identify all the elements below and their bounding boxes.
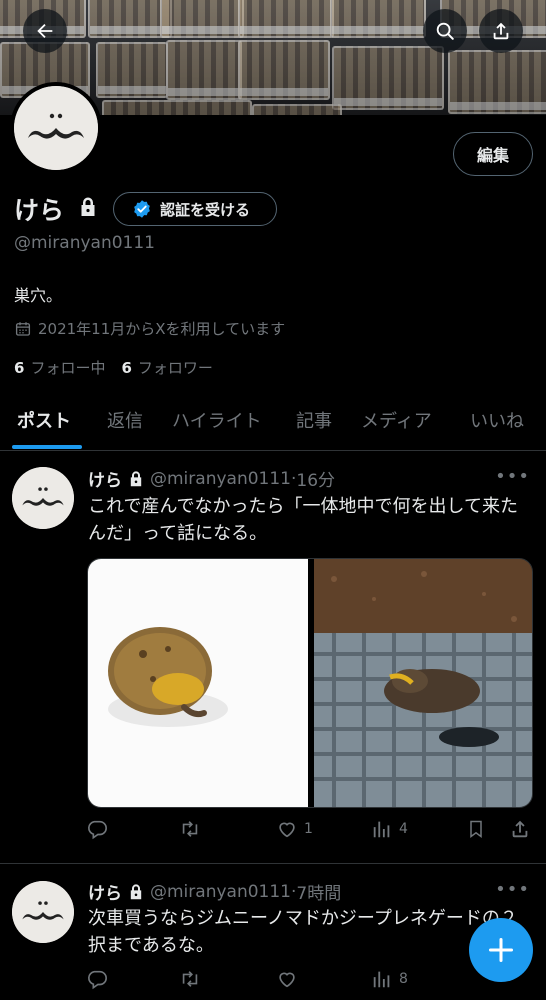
- joined-text: 2021年11月からXを利用しています: [38, 320, 286, 338]
- bookmark-icon: [470, 820, 482, 838]
- like-button[interactable]: [276, 968, 304, 990]
- frog-image: [314, 559, 532, 807]
- post-avatar[interactable]: [12, 881, 74, 943]
- post-actions: 1 4: [86, 818, 534, 848]
- active-tab-indicator: [12, 445, 82, 449]
- repost-icon: [182, 821, 198, 837]
- search-icon: [436, 22, 454, 40]
- reply-icon: [88, 820, 107, 840]
- tab-media[interactable]: メディア: [361, 407, 432, 433]
- avatar-face-icon: [12, 881, 74, 943]
- more-options-icon[interactable]: •••: [495, 466, 530, 487]
- views-button[interactable]: 8: [371, 968, 408, 990]
- tab-replies[interactable]: 返信: [107, 407, 143, 433]
- post-timestamp[interactable]: 16分: [296, 466, 335, 491]
- repost-button[interactable]: [178, 818, 208, 840]
- following-count: 6: [14, 359, 25, 377]
- profile-avatar[interactable]: [10, 82, 102, 174]
- analytics-icon: [373, 971, 390, 988]
- followers-link[interactable]: 6 フォロワー: [121, 357, 212, 378]
- post-divider: [0, 863, 546, 864]
- post-author-name[interactable]: けら: [88, 466, 122, 491]
- lock-icon: [81, 197, 95, 216]
- post-text: 次車買うならジムニーノマドかジープレネゲードの２択まであるな。: [88, 908, 518, 956]
- reply-button[interactable]: [86, 818, 114, 840]
- back-button[interactable]: [23, 9, 67, 53]
- profile-joined-date: 2021年11月からXを利用しています: [14, 318, 285, 339]
- heart-icon: [279, 972, 295, 988]
- post-timestamp[interactable]: 7時間: [296, 879, 341, 904]
- get-verified-button[interactable]: 認証を受ける: [113, 192, 277, 226]
- lock-icon: [130, 883, 142, 899]
- follow-stats: 6 フォロー中 6 フォロワー: [14, 357, 213, 378]
- post-header: けら @miranyan0111 · 7時間: [88, 879, 341, 905]
- arrow-left-icon: [37, 23, 53, 39]
- post-avatar[interactable]: [12, 467, 74, 529]
- edit-profile-button[interactable]: 編集: [453, 132, 533, 176]
- frog-photo-grate[interactable]: [314, 559, 532, 807]
- repost-icon: [182, 971, 198, 987]
- search-button[interactable]: [423, 9, 467, 53]
- share-profile-button[interactable]: [479, 9, 523, 53]
- get-verified-label: 認証を受ける: [160, 200, 251, 219]
- profile-handle: @miranyan0111: [14, 233, 155, 253]
- profile-bio: 巣穴。: [14, 286, 63, 305]
- repost-button[interactable]: [178, 968, 208, 990]
- compose-post-button[interactable]: [469, 918, 533, 982]
- views-count: 4: [399, 821, 408, 837]
- frog-image: [108, 627, 228, 727]
- views-count: 8: [399, 971, 408, 987]
- followers-count: 6: [121, 359, 132, 377]
- following-link[interactable]: 6 フォロー中: [14, 357, 105, 378]
- followers-label: フォロワー: [137, 359, 213, 377]
- share-icon: [512, 820, 528, 838]
- share-icon: [493, 22, 509, 40]
- tab-posts[interactable]: ポスト: [17, 407, 71, 433]
- share-post-button[interactable]: [509, 818, 531, 840]
- post-actions: 8: [86, 968, 534, 998]
- calendar-icon: [15, 321, 31, 336]
- profile-name: けら: [14, 196, 65, 225]
- avatar-face-icon: [14, 86, 98, 170]
- more-options-icon[interactable]: •••: [495, 879, 530, 900]
- like-count: 1: [304, 821, 313, 837]
- post-author-handle[interactable]: @miranyan0111: [150, 882, 291, 902]
- post-author-handle[interactable]: @miranyan0111: [150, 469, 291, 489]
- heart-icon: [279, 822, 295, 838]
- post-header: けら @miranyan0111 · 16分: [88, 466, 335, 492]
- following-label: フォロー中: [30, 359, 106, 377]
- plus-icon: [488, 937, 514, 963]
- tab-highlights[interactable]: ハイライト: [172, 407, 262, 433]
- views-button[interactable]: 4: [371, 818, 408, 840]
- like-button[interactable]: 1: [276, 818, 313, 840]
- post-author-name[interactable]: けら: [88, 879, 122, 904]
- bookmark-button[interactable]: [466, 818, 486, 840]
- avatar-face-icon: [12, 467, 74, 529]
- lock-icon: [130, 470, 142, 486]
- tab-articles[interactable]: 記事: [296, 407, 332, 433]
- post-media[interactable]: [87, 558, 533, 808]
- tab-likes[interactable]: いいね: [470, 407, 524, 433]
- frog-photo-white-bg[interactable]: [88, 559, 308, 807]
- reply-icon: [88, 970, 107, 990]
- profile-tabs: ポスト 返信 ハイライト 記事 メディア いいね: [0, 397, 546, 451]
- analytics-icon: [373, 821, 390, 838]
- reply-button[interactable]: [86, 968, 114, 990]
- post-text: これで産んでなかったら「一体地中で何を出して来たんだ」って話になる。: [88, 496, 519, 544]
- verified-badge-icon: [134, 200, 150, 218]
